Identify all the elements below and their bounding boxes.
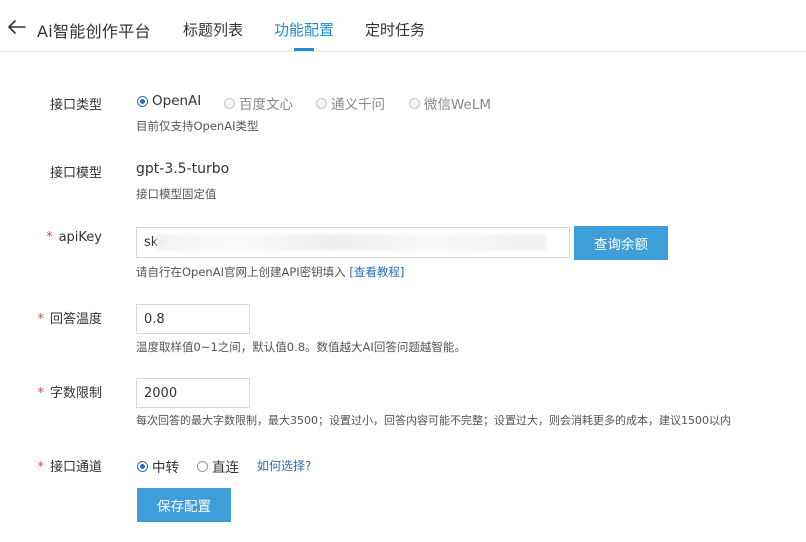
temperature-input[interactable] [136, 304, 250, 334]
model-value: gpt-3.5-turbo [136, 161, 230, 177]
radio-unchecked-icon [197, 460, 208, 472]
radio-relay[interactable]: 中转 [137, 456, 179, 476]
temperature-hint: 温度取样值0~1之间，默认值0.8。数值越大AI回答问题越智能。 [136, 340, 466, 354]
radio-baidu-label: 百度文心 [239, 97, 293, 113]
word-limit-label: * 字数限制 [37, 386, 102, 401]
radio-unchecked-icon [409, 97, 420, 109]
tab-function-config[interactable]: 功能配置 [274, 19, 334, 40]
radio-unchecked-icon [316, 97, 327, 109]
radio-unchecked-icon [224, 97, 235, 109]
channel-label: * 接口通道 [37, 460, 102, 475]
view-tutorial-link[interactable]: [查看教程] [349, 265, 404, 279]
top-bar: Ai智能创作平台 标题列表 功能配置 定时任务 [0, 0, 806, 52]
radio-baidu-wenxin[interactable]: 百度文心 [224, 93, 293, 113]
radio-direct-label: 直连 [212, 460, 239, 476]
radio-tongyi-label: 通义千问 [331, 97, 385, 113]
back-arrow-icon[interactable] [8, 20, 26, 34]
radio-relay-label: 中转 [152, 460, 179, 476]
api-key-redaction [156, 234, 546, 250]
api-type-hint: 目前仅支持OpenAI类型 [136, 119, 259, 133]
radio-tongyi-qianwen[interactable]: 通义千问 [316, 93, 385, 113]
app-title: Ai智能创作平台 [37, 22, 151, 41]
tab-title-list[interactable]: 标题列表 [183, 19, 243, 40]
radio-openai-label: OpenAI [152, 93, 202, 109]
radio-checked-icon [137, 95, 148, 107]
how-to-choose-link[interactable]: 如何选择? [257, 457, 311, 474]
word-limit-input[interactable] [136, 378, 250, 408]
active-tab-indicator [294, 48, 314, 51]
api-key-label: * apiKey [46, 230, 102, 245]
radio-wechat-welm[interactable]: 微信WeLM [409, 93, 491, 113]
radio-welm-label: 微信WeLM [424, 97, 492, 113]
model-label: 接口模型 [49, 166, 102, 181]
radio-direct[interactable]: 直连 [197, 456, 239, 476]
api-key-hint: 请自行在OpenAI官网上创建API密钥填入 [查看教程] [136, 264, 404, 280]
check-balance-button[interactable]: 查询余额 [574, 226, 668, 260]
radio-openai[interactable]: OpenAI [137, 93, 201, 109]
model-hint: 接口模型固定值 [136, 187, 217, 201]
save-config-button[interactable]: 保存配置 [137, 488, 231, 522]
radio-checked-icon [137, 460, 148, 472]
api-type-label: 接口类型 [49, 98, 102, 113]
api-key-hint-text: 请自行在OpenAI官网上创建API密钥填入 [136, 265, 346, 279]
word-limit-hint: 每次回答的最大字数限制，最大3500；设置过小，回答内容可能不完整；设置过大，则… [136, 414, 731, 427]
temperature-label: * 回答温度 [37, 312, 102, 327]
tab-scheduled-tasks[interactable]: 定时任务 [365, 19, 425, 40]
